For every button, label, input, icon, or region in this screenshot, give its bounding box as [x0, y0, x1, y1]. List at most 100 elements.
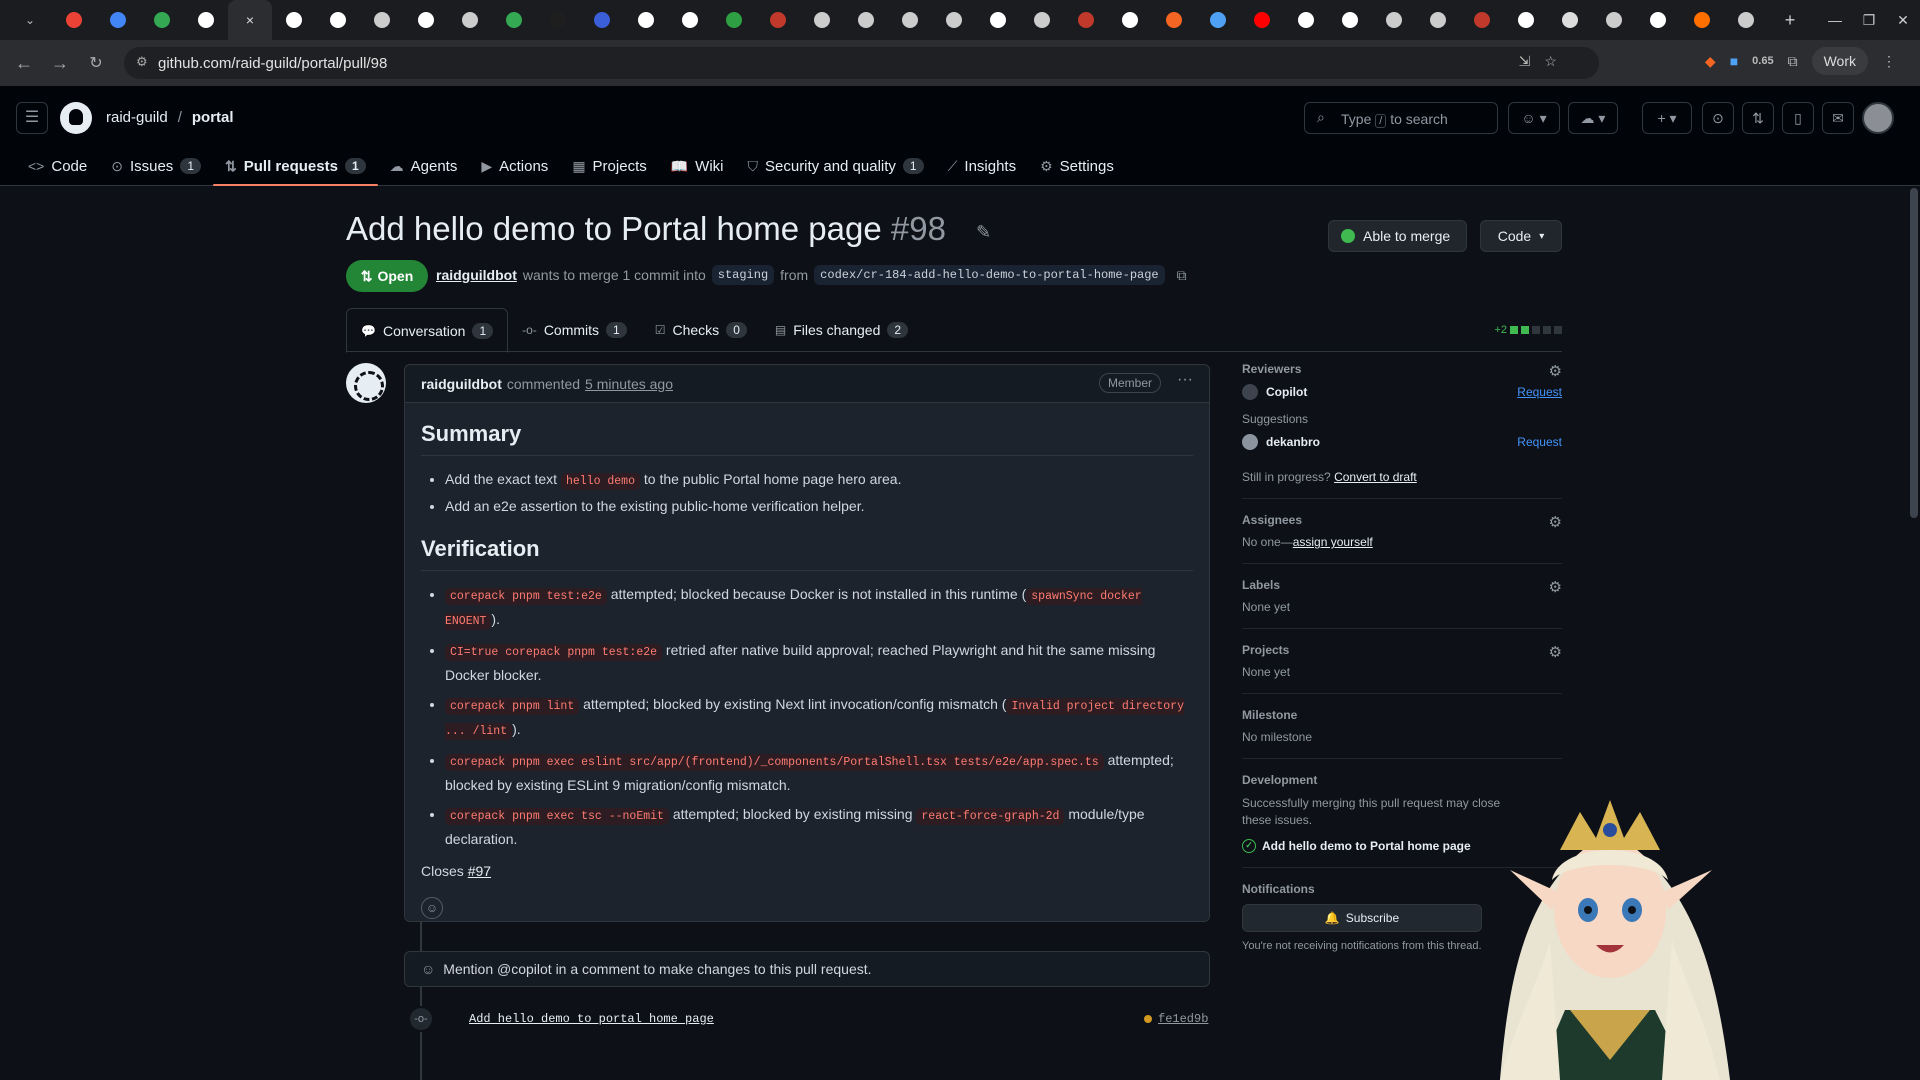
- pencil-icon[interactable]: ✎: [976, 222, 991, 243]
- install-icon[interactable]: ⇲: [1519, 53, 1531, 70]
- browser-tab[interactable]: [668, 0, 712, 40]
- inbox-button[interactable]: ✉: [1822, 102, 1854, 134]
- browser-tab[interactable]: [1152, 0, 1196, 40]
- repo-tab-settings[interactable]: ⚙ Settings: [1028, 146, 1126, 186]
- browser-tab[interactable]: [1460, 0, 1504, 40]
- browser-tab[interactable]: [976, 0, 1020, 40]
- gear-icon[interactable]: ⚙: [1549, 362, 1562, 380]
- browser-tab[interactable]: [184, 0, 228, 40]
- browser-menu-icon[interactable]: ⋮: [1882, 53, 1896, 70]
- repo-tab-agents[interactable]: ☁ Agents: [378, 146, 470, 186]
- browser-tab[interactable]: [492, 0, 536, 40]
- browser-tab[interactable]: [52, 0, 96, 40]
- commit-message-link[interactable]: Add hello demo to portal home page: [469, 1012, 714, 1026]
- browser-tab[interactable]: [1284, 0, 1328, 40]
- repo-tab-code[interactable]: <> Code: [16, 146, 99, 186]
- repo-tab-wiki[interactable]: 📖 Wiki: [659, 146, 736, 186]
- browser-tab[interactable]: [624, 0, 668, 40]
- request-review-link[interactable]: Request: [1517, 435, 1562, 449]
- head-branch[interactable]: codex/cr-184-add-hello-demo-to-portal-ho…: [814, 265, 1165, 285]
- convert-to-draft-link[interactable]: Convert to draft: [1334, 470, 1417, 484]
- restore-icon[interactable]: ❐: [1852, 12, 1886, 29]
- tab-checks[interactable]: ☑ Checks 0: [641, 308, 761, 352]
- close-tab-icon[interactable]: ×: [246, 12, 254, 28]
- hamburger-menu-icon[interactable]: ☰: [16, 102, 48, 134]
- active-browser-tab[interactable]: ×: [228, 0, 272, 40]
- forward-icon[interactable]: →: [42, 53, 78, 74]
- browser-tab[interactable]: [844, 0, 888, 40]
- extension-blue-icon[interactable]: ■: [1730, 53, 1738, 69]
- browser-tab[interactable]: [1416, 0, 1460, 40]
- pull-requests-button[interactable]: ⇅: [1742, 102, 1774, 134]
- back-icon[interactable]: ←: [6, 53, 42, 74]
- tab-files-changed[interactable]: ▤ Files changed 2: [761, 308, 922, 352]
- assign-yourself-link[interactable]: assign yourself: [1293, 535, 1373, 549]
- tab-search-button[interactable]: ⌄: [8, 0, 52, 40]
- base-branch[interactable]: staging: [711, 265, 775, 285]
- code-button[interactable]: Code ▾: [1480, 220, 1562, 252]
- comment-time[interactable]: 5 minutes ago: [585, 376, 673, 392]
- profile-button[interactable]: Work: [1811, 47, 1868, 75]
- browser-tab[interactable]: [360, 0, 404, 40]
- browser-tab[interactable]: [1372, 0, 1416, 40]
- gear-icon[interactable]: ⚙: [1549, 513, 1562, 531]
- new-tab-button[interactable]: +: [1768, 0, 1812, 40]
- browser-tab[interactable]: [800, 0, 844, 40]
- reload-icon[interactable]: ↻: [78, 53, 114, 73]
- commit-sha-link[interactable]: fe1ed9b: [1158, 1012, 1208, 1026]
- site-info-icon[interactable]: ⚙: [136, 54, 148, 70]
- repo-tab-security-and-quality[interactable]: ⛉ Security and quality 1: [736, 146, 936, 186]
- extensions-puzzle-icon[interactable]: ⧉: [1788, 53, 1798, 70]
- user-avatar[interactable]: [1862, 102, 1894, 134]
- bookmark-star-icon[interactable]: ☆: [1544, 53, 1557, 70]
- browser-tab[interactable]: [580, 0, 624, 40]
- comment-author[interactable]: raidguildbot: [421, 376, 502, 392]
- breadcrumb-owner[interactable]: raid-guild: [106, 109, 168, 126]
- browser-tab[interactable]: [536, 0, 580, 40]
- browser-tab[interactable]: [1504, 0, 1548, 40]
- extension-fox-icon[interactable]: ◆: [1705, 53, 1716, 70]
- copilot-button[interactable]: ☺ ▾: [1508, 102, 1560, 134]
- browser-tab[interactable]: [712, 0, 756, 40]
- browser-tab[interactable]: [1240, 0, 1284, 40]
- agents-button[interactable]: ☁ ▾: [1568, 102, 1618, 134]
- repo-tab-projects[interactable]: ▦ Projects: [560, 146, 658, 186]
- browser-tab[interactable]: [1020, 0, 1064, 40]
- add-reaction-icon[interactable]: ☺: [421, 897, 443, 919]
- create-new-button[interactable]: + ▾: [1642, 102, 1692, 134]
- browser-tab[interactable]: [1108, 0, 1152, 40]
- repo-tab-pull-requests[interactable]: ⇅ Pull requests 1: [213, 146, 378, 186]
- browser-tab[interactable]: [272, 0, 316, 40]
- github-logo-icon[interactable]: [60, 102, 92, 134]
- merge-status-button[interactable]: Able to merge: [1328, 220, 1468, 252]
- browser-tab[interactable]: [1548, 0, 1592, 40]
- browser-tab[interactable]: [96, 0, 140, 40]
- avatar[interactable]: [346, 363, 386, 403]
- scrollbar[interactable]: [1910, 188, 1918, 518]
- closes-issue-link[interactable]: #97: [468, 863, 491, 879]
- search-input[interactable]: ⌕ Type / to search: [1304, 102, 1498, 134]
- browser-tab[interactable]: [1328, 0, 1372, 40]
- request-review-link[interactable]: Request: [1517, 385, 1562, 399]
- browser-tab[interactable]: [1724, 0, 1768, 40]
- browser-tab[interactable]: [448, 0, 492, 40]
- tab-commits[interactable]: -o- Commits 1: [508, 308, 641, 352]
- address-bar[interactable]: ⚙ github.com/raid-guild/portal/pull/98: [124, 47, 1599, 79]
- reviewer-name[interactable]: Copilot: [1266, 385, 1307, 399]
- browser-tab[interactable]: [756, 0, 800, 40]
- suggested-reviewer-name[interactable]: dekanbro: [1266, 435, 1320, 449]
- close-window-icon[interactable]: ✕: [1886, 12, 1920, 29]
- browser-tab[interactable]: [1592, 0, 1636, 40]
- extension-counter[interactable]: 0.65: [1752, 55, 1773, 67]
- copy-icon[interactable]: ⧉: [1177, 267, 1187, 284]
- more-options-icon[interactable]: ···: [1177, 371, 1193, 389]
- pr-author-link[interactable]: raidguildbot: [436, 267, 517, 283]
- tab-conversation[interactable]: 💬 Conversation 1: [346, 308, 509, 353]
- issues-button[interactable]: ⊙: [1702, 102, 1734, 134]
- repo-tab-actions[interactable]: ▶ Actions: [469, 146, 560, 186]
- browser-tab[interactable]: [1636, 0, 1680, 40]
- browser-tab[interactable]: [1196, 0, 1240, 40]
- browser-tab[interactable]: [888, 0, 932, 40]
- pending-status-icon[interactable]: [1144, 1015, 1152, 1023]
- minimize-icon[interactable]: —: [1818, 12, 1852, 28]
